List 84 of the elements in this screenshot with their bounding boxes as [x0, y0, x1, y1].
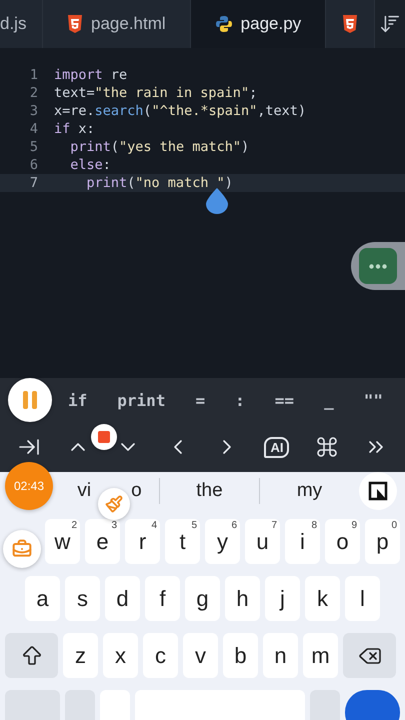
- tab-label: page.py: [240, 14, 302, 34]
- keyboard-key[interactable]: z: [63, 633, 98, 678]
- toolbox-icon: [12, 539, 32, 559]
- code-text: if x:: [54, 121, 95, 137]
- keyboard-key[interactable]: l: [345, 576, 380, 621]
- brush-icon: [105, 495, 123, 513]
- snippet-key[interactable]: print: [117, 390, 166, 410]
- code-text: text="the rain in spain";: [54, 85, 258, 101]
- line-number: 1: [28, 67, 39, 83]
- snippet-key[interactable]: ==: [274, 390, 294, 410]
- file-tab[interactable]: [326, 0, 376, 48]
- line-number: 4: [28, 121, 39, 137]
- backspace-key[interactable]: [343, 633, 396, 678]
- keyboard-key[interactable]: c: [143, 633, 178, 678]
- code-text: print("yes the match"): [69, 139, 250, 155]
- tab-label: d.js: [0, 14, 26, 34]
- keyboard-key[interactable]: u 7: [245, 519, 280, 564]
- keyboard-key[interactable]: g: [185, 576, 220, 621]
- floating-menu-button[interactable]: [351, 242, 405, 290]
- keyboard-key[interactable]: k: [305, 576, 340, 621]
- key-hint: 3: [111, 520, 117, 531]
- key-hint: 5: [191, 520, 197, 531]
- file-tab[interactable]: page.html: [43, 0, 191, 48]
- keyboard-key[interactable]: e 3: [85, 519, 120, 564]
- word-suggestion[interactable]: vi: [77, 480, 92, 501]
- word-suggestion[interactable]: the: [196, 480, 223, 501]
- keyboard-key[interactable]: j: [265, 576, 300, 621]
- snippet-key[interactable]: "": [364, 390, 383, 410]
- keyboard-key[interactable]: d: [105, 576, 140, 621]
- keyboard-key[interactable]: b: [223, 633, 258, 678]
- timer-text: 02:43: [14, 479, 44, 493]
- keyboard-key[interactable]: t 5: [165, 519, 200, 564]
- command-icon[interactable]: [314, 435, 339, 459]
- line-number: 3: [28, 103, 39, 119]
- stop-icon: [98, 431, 110, 443]
- file-tab[interactable]: page.py: [190, 0, 326, 48]
- line-number: 6: [28, 157, 39, 173]
- clipboard-icon: [368, 481, 388, 501]
- snippet-key[interactable]: _: [324, 390, 334, 410]
- key-hint: 9: [351, 520, 357, 531]
- snippet-key[interactable]: =: [195, 390, 206, 410]
- keyboard-key[interactable]: a: [25, 576, 60, 621]
- code-text: x=re.search("^the.*spain",text): [54, 103, 306, 119]
- word-suggestion[interactable]: my: [296, 480, 322, 501]
- keyboard-key[interactable]: y 6: [205, 519, 240, 564]
- keyboard-key[interactable]: w 2: [45, 519, 80, 564]
- line-number: 7: [28, 175, 39, 191]
- key-hint: 4: [151, 520, 157, 531]
- keyboard-key[interactable]: v: [183, 633, 218, 678]
- key-hint: 8: [311, 520, 317, 531]
- key-hint: 6: [231, 520, 237, 531]
- html5-icon: [67, 15, 83, 33]
- snippet-key[interactable]: if: [68, 390, 88, 410]
- clipboard-button[interactable]: [359, 472, 397, 510]
- sort-icon: [379, 13, 402, 35]
- keyboard-key[interactable]: s: [65, 576, 100, 621]
- code-text: print("no match "): [86, 175, 233, 191]
- keyboard-key[interactable]: o 9: [325, 519, 360, 564]
- keyboard-key[interactable]: m: [303, 633, 338, 678]
- keyboard-key[interactable]: h: [225, 576, 260, 621]
- line-number: 2: [28, 85, 39, 101]
- key-hint: 0: [391, 520, 397, 531]
- more-icon: [369, 264, 387, 268]
- key-hint: 7: [271, 520, 277, 531]
- cursor-handle-icon[interactable]: [206, 188, 228, 214]
- code-text: else:: [69, 157, 111, 173]
- line-number: 5: [28, 139, 39, 155]
- shift-key[interactable]: [5, 633, 58, 678]
- ai-button[interactable]: AI: [264, 436, 290, 458]
- word-suggestion[interactable]: o: [131, 480, 142, 501]
- key-hint: 2: [71, 520, 77, 531]
- file-tab[interactable]: d.js: [0, 0, 43, 48]
- keyboard-key[interactable]: x: [103, 633, 138, 678]
- snippet-key[interactable]: :: [235, 390, 245, 410]
- pause-icon: [23, 391, 37, 409]
- keyboard-key[interactable]: n: [263, 633, 298, 678]
- keyboard-key[interactable]: r 4: [125, 519, 160, 564]
- code-text: import re: [54, 67, 128, 83]
- html5-icon: [342, 15, 358, 33]
- python-icon: [214, 15, 233, 33]
- tab-label: page.html: [91, 14, 166, 34]
- keyboard-key[interactable]: f: [145, 576, 180, 621]
- keyboard-key[interactable]: i 8: [285, 519, 320, 564]
- keyboard-key[interactable]: p 0: [365, 519, 400, 564]
